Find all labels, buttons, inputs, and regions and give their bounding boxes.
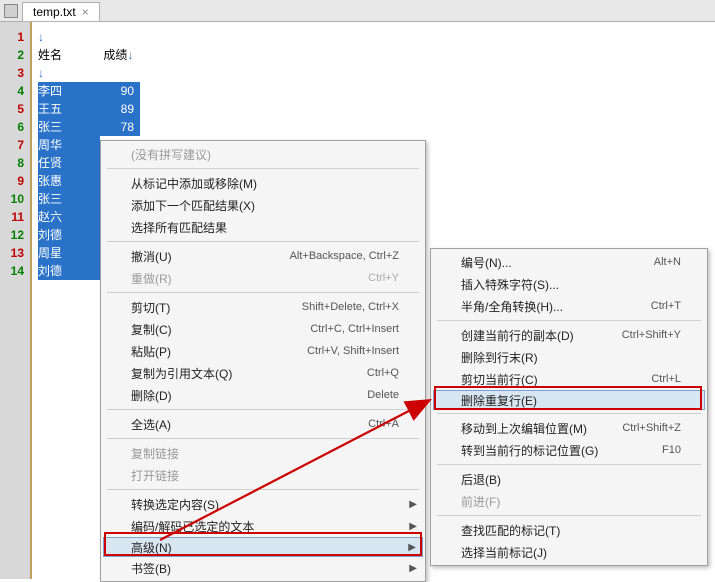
menu-item-copy-link: 复制链接	[103, 442, 423, 464]
menu-separator	[107, 489, 419, 490]
cell-name: 任贤	[38, 154, 100, 172]
context-menu: (没有拼写建议) 从标记中添加或移除(M) 添加下一个匹配结果(X) 选择所有匹…	[100, 140, 426, 582]
menu-item-cut[interactable]: 剪切(T)Shift+Delete, Ctrl+X	[103, 296, 423, 318]
menu-separator	[437, 464, 701, 465]
submenu-arrow-icon: ▶	[409, 499, 417, 510]
menu-item-copy-quote[interactable]: 复制为引用文本(Q)Ctrl+Q	[103, 362, 423, 384]
menu-item-add-next-match[interactable]: 添加下一个匹配结果(X)	[103, 194, 423, 216]
menu-item-select-all-match[interactable]: 选择所有匹配结果	[103, 216, 423, 238]
menu-item-goto-mark[interactable]: 转到当前行的标记位置(G)F10	[433, 439, 705, 461]
line-number: 11	[0, 208, 24, 226]
submenu-arrow-icon: ▶	[409, 521, 417, 532]
line-number: 2	[0, 46, 24, 64]
menu-item-move-last-edit[interactable]: 移动到上次编辑位置(M)Ctrl+Shift+Z	[433, 417, 705, 439]
menu-item-forward: 前进(F)	[433, 490, 705, 512]
whitespace-icon: ↓	[38, 66, 44, 80]
menu-separator	[107, 168, 419, 169]
cell-score: 89	[100, 100, 140, 118]
menu-separator	[437, 413, 701, 414]
menu-item-no-suggestion: (没有拼写建议)	[103, 143, 423, 165]
menu-item-convert-selection[interactable]: 转换选定内容(S)▶	[103, 493, 423, 515]
cell-name: 刘德	[38, 262, 100, 280]
cell-name: 张三	[38, 190, 100, 208]
menu-item-duplicate-line[interactable]: 创建当前行的副本(D)Ctrl+Shift+Y	[433, 324, 705, 346]
line-number: 12	[0, 226, 24, 244]
menu-item-encode-selection[interactable]: 编码/解码已选定的文本▶	[103, 515, 423, 537]
header-score: 成绩	[103, 48, 127, 62]
menu-item-back[interactable]: 后退(B)	[433, 468, 705, 490]
close-icon[interactable]: ×	[82, 5, 89, 19]
line-number: 14	[0, 262, 24, 280]
cell-name: 赵六	[38, 208, 100, 226]
menu-item-half-full[interactable]: 半角/全角转换(H)...Ctrl+T	[433, 295, 705, 317]
menu-item-cut-line[interactable]: 剪切当前行(C)Ctrl+L	[433, 368, 705, 390]
menu-item-delete-duplicate-lines[interactable]: 删除重复行(E)	[433, 390, 705, 410]
menu-separator	[437, 515, 701, 516]
whitespace-icon: ↓	[38, 30, 44, 44]
cell-name: 刘德	[38, 226, 100, 244]
submenu-arrow-icon: ▶	[409, 563, 417, 574]
menu-item-delete-eol[interactable]: 删除到行末(R)	[433, 346, 705, 368]
menu-item-select-all[interactable]: 全选(A)Ctrl+A	[103, 413, 423, 435]
line-number: 5	[0, 100, 24, 118]
cell-name: 张三	[38, 118, 100, 136]
line-number: 1	[0, 28, 24, 46]
line-number: 7	[0, 136, 24, 154]
cell-name: 周星	[38, 244, 100, 262]
cell-name: 王五	[38, 100, 100, 118]
menu-separator	[107, 438, 419, 439]
menu-item-find-match-mark[interactable]: 查找匹配的标记(T)	[433, 519, 705, 541]
menu-separator	[107, 241, 419, 242]
new-file-icon[interactable]	[4, 4, 18, 18]
menu-item-insert-special[interactable]: 插入特殊字符(S)...	[433, 273, 705, 295]
menu-item-paste[interactable]: 粘贴(P)Ctrl+V, Shift+Insert	[103, 340, 423, 362]
cell-name: 张惠	[38, 172, 100, 190]
menu-item-numbering[interactable]: 编号(N)...Alt+N	[433, 251, 705, 273]
menu-item-delete[interactable]: 删除(D)Delete	[103, 384, 423, 406]
line-number: 9	[0, 172, 24, 190]
menu-item-select-current-mark[interactable]: 选择当前标记(J)	[433, 541, 705, 563]
context-submenu-advanced: 编号(N)...Alt+N 插入特殊字符(S)... 半角/全角转换(H)...…	[430, 248, 708, 566]
header-name: 姓名	[38, 46, 100, 64]
menu-item-open-link: 打开链接	[103, 464, 423, 486]
menu-item-copy[interactable]: 复制(C)Ctrl+C, Ctrl+Insert	[103, 318, 423, 340]
menu-separator	[107, 409, 419, 410]
cell-score: 78	[100, 118, 140, 136]
menu-item-redo: 重做(R)Ctrl+Y	[103, 267, 423, 289]
tab-bar: temp.txt ×	[0, 0, 715, 22]
line-number: 10	[0, 190, 24, 208]
line-number: 13	[0, 244, 24, 262]
menu-separator	[107, 292, 419, 293]
line-number: 6	[0, 118, 24, 136]
cell-name: 周华	[38, 136, 100, 154]
cell-name: 李四	[38, 82, 100, 100]
line-number: 3	[0, 64, 24, 82]
menu-item-add-remove-mark[interactable]: 从标记中添加或移除(M)	[103, 172, 423, 194]
file-tab[interactable]: temp.txt ×	[22, 2, 100, 21]
line-number: 8	[0, 154, 24, 172]
line-gutter: 1 2 3 4 5 6 7 8 9 10 11 12 13 14	[0, 22, 30, 579]
menu-item-bookmarks[interactable]: 书签(B)▶	[103, 557, 423, 579]
menu-item-undo[interactable]: 撤消(U)Alt+Backspace, Ctrl+Z	[103, 245, 423, 267]
whitespace-icon: ↓	[127, 48, 133, 62]
submenu-arrow-icon: ▶	[408, 542, 416, 553]
menu-separator	[437, 320, 701, 321]
menu-item-advanced[interactable]: 高级(N)▶	[103, 537, 423, 557]
tab-filename: temp.txt	[33, 5, 76, 19]
cell-score: 90	[100, 82, 140, 100]
line-number: 4	[0, 82, 24, 100]
